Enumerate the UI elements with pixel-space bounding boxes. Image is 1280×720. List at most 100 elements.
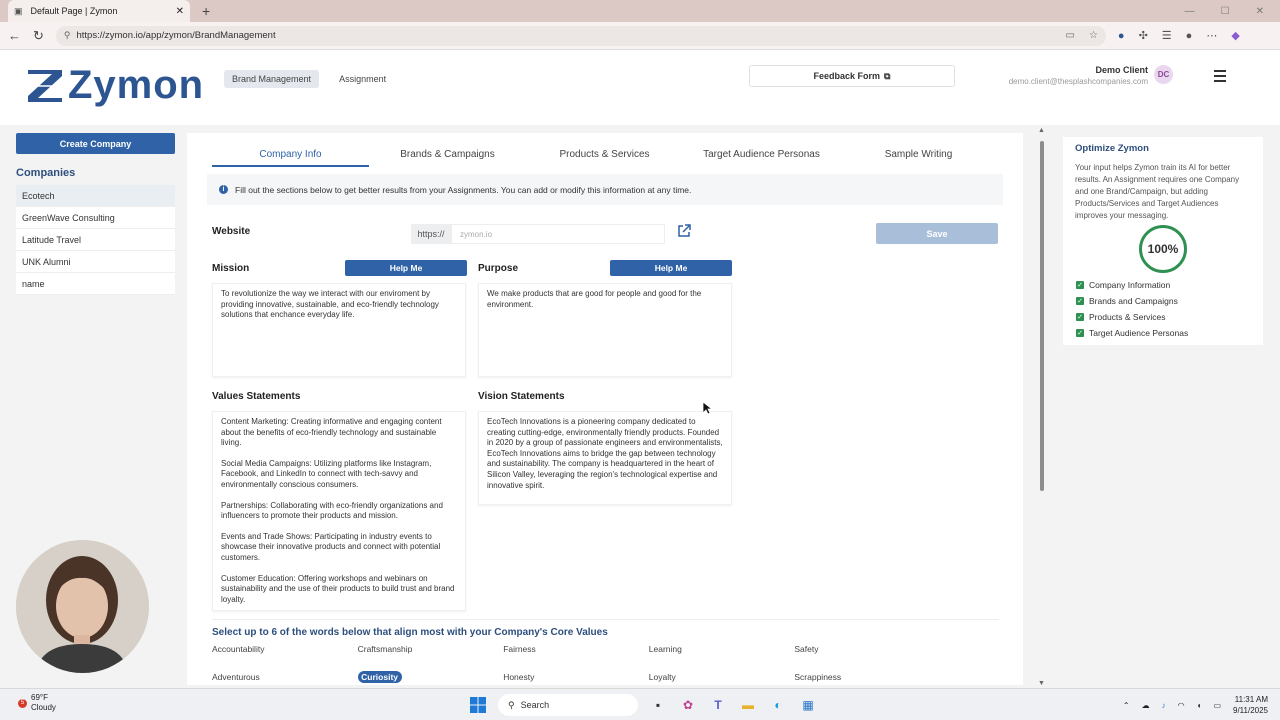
core-word[interactable]: Accountability: [212, 643, 358, 655]
task-view-icon[interactable]: ▪: [648, 695, 668, 715]
checklist: ✓ Company Information ✓ Brands and Campaig…: [1076, 277, 1188, 341]
volume-icon[interactable]: ◖: [1197, 701, 1202, 710]
windows-start-icon[interactable]: [468, 695, 488, 715]
edge-icon[interactable]: ◐: [768, 695, 788, 715]
extensions-puzzle-icon[interactable]: ✣: [1139, 29, 1148, 42]
company-item-name[interactable]: name: [16, 273, 175, 295]
values-label: Values Statements: [212, 391, 301, 402]
checklist-label: Company Information: [1089, 280, 1171, 290]
cloud-icon[interactable]: ☁: [1142, 701, 1150, 710]
tab-brands-campaigns[interactable]: Brands & Campaigns: [369, 149, 526, 167]
mission-help-button[interactable]: Help Me: [345, 260, 467, 276]
feedback-form-button[interactable]: Feedback Form ⧉: [749, 65, 955, 87]
core-word-selected[interactable]: Curiosity: [357, 671, 402, 683]
company-item-ecotech[interactable]: Ecotech: [16, 185, 175, 207]
core-word[interactable]: Loyalty: [649, 671, 795, 683]
purpose-help-button[interactable]: Help Me: [610, 260, 732, 276]
browser-tab-bar: ▣ Default Page | Zymon ✕ + — ☐ ✕: [0, 0, 1280, 22]
core-word[interactable]: Scrappiness: [794, 671, 940, 683]
tab-sample-writing[interactable]: Sample Writing: [840, 149, 997, 167]
scrollbar-thumb[interactable]: [1040, 141, 1044, 491]
extension-icon[interactable]: ●: [1118, 30, 1125, 42]
values-paragraph: Customer Education: Offering workshops a…: [221, 573, 455, 604]
refresh-icon[interactable]: ↻: [33, 28, 44, 44]
company-item-latitude[interactable]: Latitude Travel: [16, 229, 175, 251]
website-input[interactable]: zymon.io: [451, 224, 665, 244]
weather-condition: Cloudy: [31, 703, 56, 712]
avatar[interactable]: DC: [1154, 65, 1173, 84]
vision-textarea[interactable]: EcoTech Innovations is a pioneering comp…: [478, 411, 732, 505]
taskbar: 5 69°F Cloudy ⚲ Search ▪ ✿ T ▬ ◐ ▦ ⌃ ☁ ♪…: [0, 688, 1280, 720]
maximize-icon[interactable]: ☐: [1221, 6, 1230, 17]
feedback-label: Feedback Form: [813, 71, 881, 81]
temperature: 69°F: [31, 693, 48, 702]
profile-icon[interactable]: ●: [1186, 30, 1193, 42]
header-nav: Brand Management Assignment: [224, 70, 394, 88]
wifi-icon[interactable]: ◠: [1178, 701, 1185, 710]
close-window-icon[interactable]: ✕: [1256, 6, 1264, 17]
browser-tab[interactable]: ▣ Default Page | Zymon ✕: [8, 0, 190, 22]
back-icon[interactable]: ←: [8, 28, 21, 43]
open-website-icon[interactable]: [676, 223, 692, 239]
purpose-textarea[interactable]: We make products that are good for peopl…: [478, 283, 732, 377]
taskbar-search[interactable]: ⚲ Search: [498, 694, 638, 716]
chevron-up-icon[interactable]: ⌃: [1123, 701, 1130, 710]
more-icon[interactable]: ⋯: [1206, 29, 1217, 42]
webcam-overlay: [16, 540, 149, 673]
checklist-label: Products & Services: [1089, 312, 1166, 322]
teams-icon[interactable]: T: [708, 695, 728, 715]
tab-close-icon[interactable]: ✕: [176, 6, 184, 17]
info-text: Fill out the sections below to get bette…: [235, 184, 692, 195]
website-prefix: https://: [411, 224, 451, 244]
clock[interactable]: 11:31 AM 9/11/2025: [1233, 694, 1268, 716]
company-item-greenwave[interactable]: GreenWave Consulting: [16, 207, 175, 229]
tab-company-info[interactable]: Company Info: [212, 149, 369, 167]
core-word[interactable]: Adventurous: [212, 671, 358, 683]
favorite-star-icon[interactable]: ☆: [1089, 30, 1098, 41]
minimize-icon[interactable]: —: [1185, 6, 1195, 17]
app-header: Zymon Brand Management Assignment Feedba…: [0, 50, 1280, 125]
core-word[interactable]: Honesty: [503, 671, 649, 683]
store-icon[interactable]: ▦: [798, 695, 818, 715]
checklist-label: Target Audience Personas: [1089, 328, 1189, 338]
microphone-icon[interactable]: ♪: [1162, 701, 1166, 710]
nav-assignment[interactable]: Assignment: [331, 70, 394, 88]
site-info-icon[interactable]: ⚲: [64, 30, 71, 41]
new-tab-icon[interactable]: +: [202, 3, 210, 19]
values-textarea[interactable]: Content Marketing: Creating informative …: [212, 411, 466, 611]
zymon-logo-icon: [28, 70, 62, 102]
core-word[interactable]: Fairness: [503, 643, 649, 655]
sidebar: Create Company Companies Ecotech GreenWa…: [16, 133, 175, 295]
create-company-button[interactable]: Create Company: [16, 133, 175, 154]
menu-icon[interactable]: [1214, 70, 1226, 85]
core-word[interactable]: Learning: [649, 643, 795, 655]
file-explorer-icon[interactable]: ▬: [738, 695, 758, 715]
tab-page-icon: ▣: [14, 5, 23, 16]
tab-target-audience[interactable]: Target Audience Personas: [683, 149, 840, 167]
checklist-item: ✓ Company Information: [1076, 277, 1188, 293]
taskbar-apps: ⚲ Search ▪ ✿ T ▬ ◐ ▦: [468, 694, 818, 716]
scroll-down-icon[interactable]: ▼: [1038, 680, 1045, 687]
copilot-icon[interactable]: ◆: [1231, 29, 1239, 42]
save-button[interactable]: Save: [876, 223, 998, 244]
core-word[interactable]: Safety: [794, 643, 940, 655]
values-paragraph: Partnerships: Collaborating with eco-fri…: [221, 500, 443, 521]
logo[interactable]: Zymon: [26, 63, 205, 107]
mission-textarea[interactable]: To revolutionize the way we interact wit…: [212, 283, 466, 377]
nav-brand-management[interactable]: Brand Management: [224, 70, 320, 88]
checklist-item: ✓ Products & Services: [1076, 309, 1188, 325]
copilot-app-icon[interactable]: ✿: [678, 695, 698, 715]
core-word[interactable]: Craftsmanship: [358, 643, 504, 655]
scroll-up-icon[interactable]: ▲: [1038, 127, 1045, 134]
company-item-unk[interactable]: UNK Alumni: [16, 251, 175, 273]
tab-products-services[interactable]: Products & Services: [526, 149, 683, 167]
weather-widget[interactable]: 5 69°F Cloudy: [18, 693, 56, 713]
vision-label: Vision Statements: [478, 391, 565, 402]
logo-text: Zymon: [68, 63, 205, 107]
url-field[interactable]: ⚲ https://zymon.io/app/zymon/BrandManage…: [55, 25, 1106, 46]
tab-title: Default Page | Zymon: [30, 6, 118, 16]
battery-icon[interactable]: ▭: [1213, 701, 1221, 710]
page-scrollbar[interactable]: ▲ ▼: [1038, 127, 1046, 687]
favorites-icon[interactable]: ☰: [1162, 29, 1172, 42]
reader-icon[interactable]: ▭: [1065, 30, 1074, 41]
